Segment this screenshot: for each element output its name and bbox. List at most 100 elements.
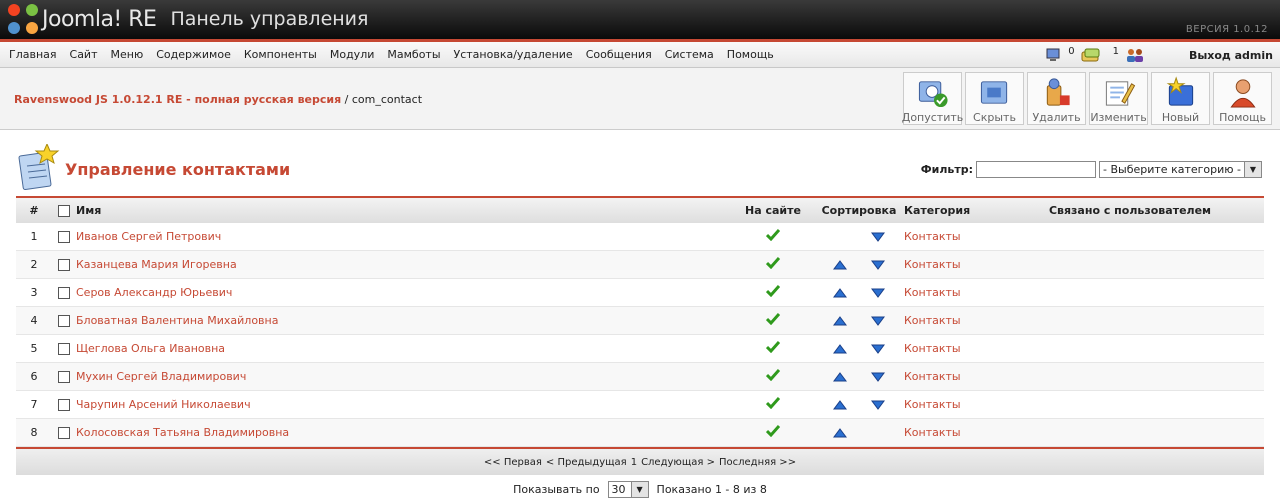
category-cell: Контакты bbox=[900, 426, 1020, 439]
new-button[interactable]: Новый bbox=[1151, 72, 1210, 125]
order-up-icon[interactable] bbox=[833, 371, 847, 383]
published-check-icon[interactable] bbox=[765, 229, 781, 244]
menu-item-home[interactable]: Главная bbox=[9, 48, 57, 61]
order-down-icon[interactable] bbox=[871, 315, 885, 327]
breadcrumb: Ravenswood JS 1.0.12.1 RE - полная русск… bbox=[14, 93, 422, 106]
row-checkbox[interactable] bbox=[58, 342, 70, 355]
page-size-select[interactable]: 30 ▼ bbox=[607, 480, 649, 498]
pagination-first[interactable]: << Первая bbox=[484, 457, 542, 468]
menu-item-content[interactable]: Содержимое bbox=[156, 48, 231, 61]
menu-item-mambots[interactable]: Мамботы bbox=[387, 48, 440, 61]
messages-icon[interactable] bbox=[1081, 48, 1101, 62]
app-header: Joomla! RE Панель управления ВЕРСИЯ 1.0.… bbox=[0, 0, 1280, 42]
order-down-icon[interactable] bbox=[871, 399, 885, 411]
published-check-icon[interactable] bbox=[765, 257, 781, 272]
unpublish-button[interactable]: Скрыть bbox=[965, 72, 1024, 125]
order-up-icon[interactable] bbox=[833, 343, 847, 355]
published-check-icon[interactable] bbox=[765, 397, 781, 412]
contact-name-link[interactable]: Колосовская Татьяна Владимировна bbox=[76, 426, 289, 439]
row-checkbox[interactable] bbox=[58, 426, 70, 439]
menu-item-help[interactable]: Помощь bbox=[727, 48, 774, 61]
table-header: # Имя На сайте Сортировка Категория Связ… bbox=[16, 196, 1264, 223]
menu-item-site[interactable]: Сайт bbox=[70, 48, 98, 61]
row-check-cell bbox=[52, 230, 76, 243]
pagination: << Первая < Предыдущая 1 Следующая > Пос… bbox=[16, 449, 1264, 475]
category-link[interactable]: Контакты bbox=[904, 230, 961, 243]
logout-link[interactable]: Выход admin bbox=[1189, 49, 1273, 62]
menu-item-components[interactable]: Компоненты bbox=[244, 48, 317, 61]
chevron-down-icon[interactable]: ▼ bbox=[630, 481, 648, 497]
joomla-logo-icon bbox=[8, 4, 38, 34]
category-link[interactable]: Контакты bbox=[904, 314, 961, 327]
menu-item-modules[interactable]: Модули bbox=[330, 48, 375, 61]
order-down-icon[interactable] bbox=[871, 343, 885, 355]
order-up-icon[interactable] bbox=[833, 427, 847, 439]
joomla-logo[interactable]: Joomla! RE Панель управления bbox=[8, 4, 368, 34]
users-online-icon[interactable] bbox=[1125, 48, 1145, 62]
help-button[interactable]: Помощь bbox=[1213, 72, 1272, 125]
row-number: 1 bbox=[30, 230, 38, 243]
row-checkbox[interactable] bbox=[58, 286, 70, 299]
order-down-icon[interactable] bbox=[871, 259, 885, 271]
category-link[interactable]: Контакты bbox=[904, 258, 961, 271]
contact-name-link[interactable]: Щеглова Ольга Ивановна bbox=[76, 342, 225, 355]
new-label: Новый bbox=[1161, 111, 1200, 124]
pagination-prev[interactable]: < Предыдущая bbox=[546, 457, 627, 468]
order-down-icon[interactable] bbox=[871, 287, 885, 299]
version-label: ВЕРСИЯ 1.0.12 bbox=[1185, 24, 1268, 35]
published-cell bbox=[728, 285, 818, 300]
contact-name-link[interactable]: Серов Александр Юрьевич bbox=[76, 286, 232, 299]
publish-icon bbox=[918, 81, 948, 108]
category-cell: Контакты bbox=[900, 230, 1020, 243]
table-footer: << Первая < Предыдущая 1 Следующая > Пос… bbox=[16, 447, 1264, 503]
delete-button[interactable]: Удалить bbox=[1027, 72, 1086, 125]
title-row: Управление контактами Фильтр: - Выберите… bbox=[0, 130, 1280, 198]
pagination-next[interactable]: Следующая > bbox=[641, 457, 715, 468]
category-link[interactable]: Контакты bbox=[904, 370, 961, 383]
category-link[interactable]: Контакты bbox=[904, 342, 961, 355]
publish-button[interactable]: Допустить bbox=[902, 72, 963, 125]
header-name[interactable]: Имя bbox=[76, 204, 728, 217]
row-checkbox[interactable] bbox=[58, 398, 70, 411]
row-checkbox[interactable] bbox=[58, 258, 70, 271]
menu-item-messages[interactable]: Сообщения bbox=[586, 48, 652, 61]
category-link[interactable]: Контакты bbox=[904, 426, 961, 439]
select-all-checkbox[interactable] bbox=[58, 204, 70, 217]
breadcrumb-site[interactable]: Ravenswood JS 1.0.12.1 RE - полная русск… bbox=[14, 93, 341, 106]
contact-name-link[interactable]: Бловатная Валентина Михайловна bbox=[76, 314, 278, 327]
menu-status: 0 1 Выход admin bbox=[1040, 42, 1273, 68]
order-down-icon[interactable] bbox=[871, 371, 885, 383]
order-up-icon[interactable] bbox=[833, 287, 847, 299]
header-num: # bbox=[29, 204, 39, 217]
published-check-icon[interactable] bbox=[765, 425, 781, 440]
contact-name-link[interactable]: Казанцева Мария Игоревна bbox=[76, 258, 237, 271]
contact-name-link[interactable]: Чарупин Арсений Николаевич bbox=[76, 398, 251, 411]
menu-item-menu[interactable]: Меню bbox=[111, 48, 144, 61]
order-up-icon[interactable] bbox=[833, 259, 847, 271]
contact-name-cell: Серов Александр Юрьевич bbox=[76, 286, 728, 299]
category-link[interactable]: Контакты bbox=[904, 286, 961, 299]
published-check-icon[interactable] bbox=[765, 313, 781, 328]
pagination-last[interactable]: Последняя >> bbox=[719, 457, 796, 468]
category-link[interactable]: Контакты bbox=[904, 398, 961, 411]
contact-name-cell: Чарупин Арсений Николаевич bbox=[76, 398, 728, 411]
preview-monitor-icon[interactable] bbox=[1046, 48, 1062, 62]
chevron-down-icon[interactable]: ▼ bbox=[1244, 162, 1261, 177]
row-checkbox[interactable] bbox=[58, 314, 70, 327]
edit-button[interactable]: Изменить bbox=[1089, 72, 1148, 125]
published-check-icon[interactable] bbox=[765, 369, 781, 384]
table-row: 6 Мухин Сергей Владимирович Контакты bbox=[16, 363, 1264, 391]
order-up-icon[interactable] bbox=[833, 399, 847, 411]
filter-input[interactable] bbox=[976, 161, 1097, 178]
published-check-icon[interactable] bbox=[765, 341, 781, 356]
contact-name-link[interactable]: Мухин Сергей Владимирович bbox=[76, 370, 246, 383]
menu-item-system[interactable]: Система bbox=[665, 48, 714, 61]
order-down-icon[interactable] bbox=[871, 231, 885, 243]
order-up-icon[interactable] bbox=[833, 315, 847, 327]
category-select[interactable]: - Выберите категорию - ▼ bbox=[1099, 161, 1262, 178]
row-checkbox[interactable] bbox=[58, 370, 70, 383]
published-check-icon[interactable] bbox=[765, 285, 781, 300]
contact-name-link[interactable]: Иванов Сергей Петрович bbox=[76, 230, 221, 243]
menu-item-installers[interactable]: Установка/удаление bbox=[454, 48, 573, 61]
row-checkbox[interactable] bbox=[58, 230, 70, 243]
